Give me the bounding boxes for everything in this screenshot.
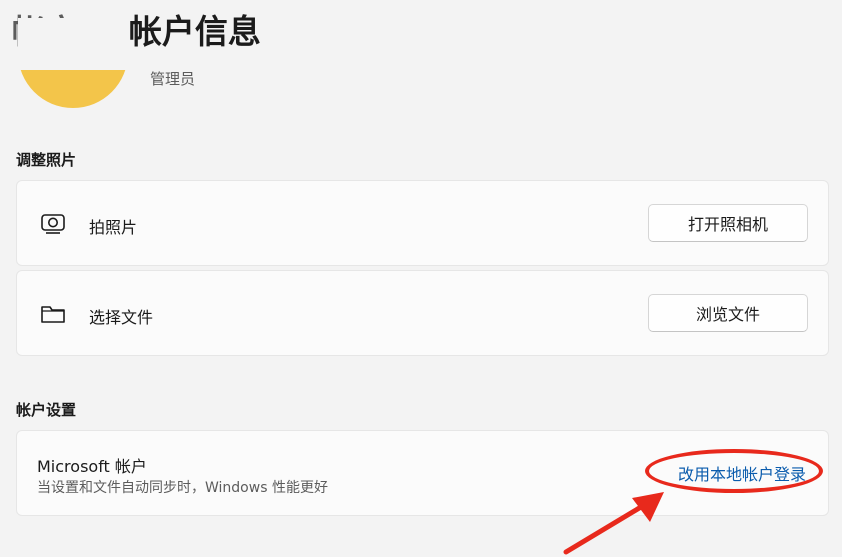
camera-icon <box>39 212 67 236</box>
open-camera-button[interactable]: 打开照相机 <box>648 204 808 242</box>
folder-icon <box>39 302 67 326</box>
avatar-image <box>18 18 128 108</box>
take-photo-row: 拍照片 打开照相机 <box>16 180 829 266</box>
browse-files-button[interactable]: 浏览文件 <box>648 294 808 332</box>
section-title-adjust-photo: 调整照片 <box>16 151 77 169</box>
page-title: 帐户信息 <box>128 12 261 51</box>
choose-file-row: 选择文件 浏览文件 <box>16 270 829 356</box>
microsoft-account-subtitle: 当设置和文件自动同步时，Windows 性能更好 <box>37 480 328 496</box>
choose-file-label: 选择文件 <box>89 308 154 327</box>
highlight-ellipse <box>645 449 823 493</box>
section-title-account-settings: 帐户设置 <box>16 401 77 419</box>
take-photo-label: 拍照片 <box>89 218 138 237</box>
annotation-arrow-icon <box>563 492 664 555</box>
avatar[interactable] <box>18 18 128 108</box>
account-role: 管理员 <box>150 70 196 88</box>
microsoft-account-title: Microsoft 帐户 <box>37 457 147 476</box>
